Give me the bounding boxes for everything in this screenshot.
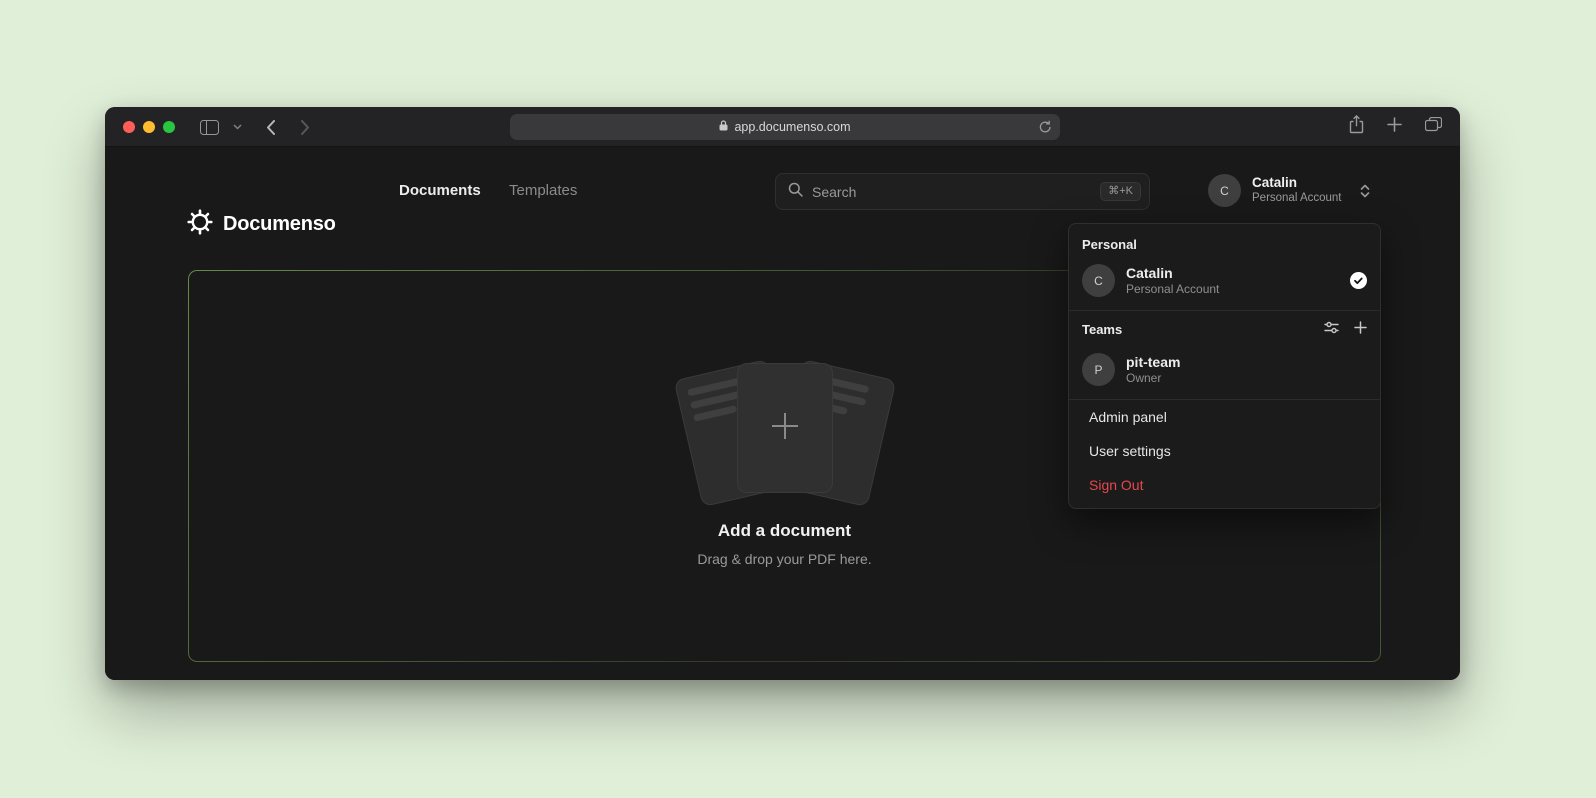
search-input[interactable]	[812, 184, 1100, 200]
account-dropdown-menu: Personal C Catalin Personal Account Team…	[1068, 223, 1381, 509]
personal-item-subtitle: Personal Account	[1126, 282, 1219, 298]
search-box[interactable]: ⌘+K	[775, 173, 1150, 210]
menu-item-sign-out[interactable]: Sign Out	[1069, 468, 1380, 502]
nav-documents[interactable]: Documents	[399, 182, 481, 199]
address-bar[interactable]: app.documenso.com	[510, 114, 1060, 140]
lock-icon	[719, 118, 728, 136]
brand[interactable]: Documenso	[187, 209, 336, 240]
back-button[interactable]	[260, 107, 280, 147]
app-page: Documenso Documents Templates ⌘+K C Cata…	[105, 147, 1460, 680]
zoom-window-button[interactable]	[163, 121, 175, 133]
avatar: C	[1208, 174, 1241, 207]
search-shortcut-badge: ⌘+K	[1100, 182, 1141, 201]
dropzone-title: Add a document	[189, 521, 1380, 541]
browser-window: app.documenso.com	[105, 107, 1460, 680]
search-icon	[788, 182, 803, 202]
nav-templates[interactable]: Templates	[509, 182, 577, 199]
share-icon[interactable]	[1349, 115, 1364, 139]
chevron-up-down-icon	[1360, 183, 1370, 199]
dropzone-subtitle: Drag & drop your PDF here.	[189, 551, 1380, 567]
personal-item-texts: Catalin Personal Account	[1126, 264, 1219, 298]
menu-personal-label: Personal	[1069, 224, 1380, 258]
plus-icon	[768, 409, 802, 448]
documenso-logo-icon	[187, 209, 213, 240]
menu-teams-label: Teams	[1082, 322, 1122, 337]
close-window-button[interactable]	[123, 121, 135, 133]
menu-item-team[interactable]: P pit-team Owner	[1069, 349, 1380, 399]
avatar: P	[1082, 353, 1115, 386]
chevron-down-icon[interactable]	[229, 107, 245, 147]
browser-titlebar: app.documenso.com	[105, 107, 1460, 147]
team-item-name: pit-team	[1126, 353, 1180, 371]
account-name: Catalin	[1252, 175, 1348, 192]
tab-overview-icon[interactable]	[1425, 117, 1442, 137]
url-text: app.documenso.com	[734, 120, 850, 134]
teams-actions	[1324, 321, 1367, 339]
manage-teams-icon[interactable]	[1324, 321, 1339, 339]
account-texts: Catalin Personal Account	[1252, 175, 1348, 207]
brand-name: Documenso	[223, 213, 336, 236]
account-menu-trigger[interactable]: C Catalin Personal Account	[1208, 174, 1370, 207]
account-subtitle: Personal Account	[1252, 191, 1348, 206]
avatar: C	[1082, 264, 1115, 297]
titlebar-right-actions	[1349, 107, 1442, 147]
document-card-add	[737, 363, 833, 493]
team-item-subtitle: Owner	[1126, 371, 1180, 387]
personal-item-name: Catalin	[1126, 264, 1219, 282]
selected-check-icon	[1350, 272, 1367, 289]
menu-item-admin-panel[interactable]: Admin panel	[1069, 400, 1380, 434]
menu-item-user-settings[interactable]: User settings	[1069, 434, 1380, 468]
team-item-texts: pit-team Owner	[1126, 353, 1180, 387]
menu-teams-header: Teams	[1069, 311, 1380, 349]
reload-icon[interactable]	[1039, 120, 1052, 139]
window-controls	[123, 121, 175, 133]
add-team-icon[interactable]	[1354, 321, 1367, 339]
menu-item-personal-account[interactable]: C Catalin Personal Account	[1069, 258, 1380, 310]
new-tab-icon[interactable]	[1387, 117, 1402, 137]
forward-button[interactable]	[295, 107, 315, 147]
sidebar-toggle-icon[interactable]	[197, 107, 221, 147]
minimize-window-button[interactable]	[143, 121, 155, 133]
